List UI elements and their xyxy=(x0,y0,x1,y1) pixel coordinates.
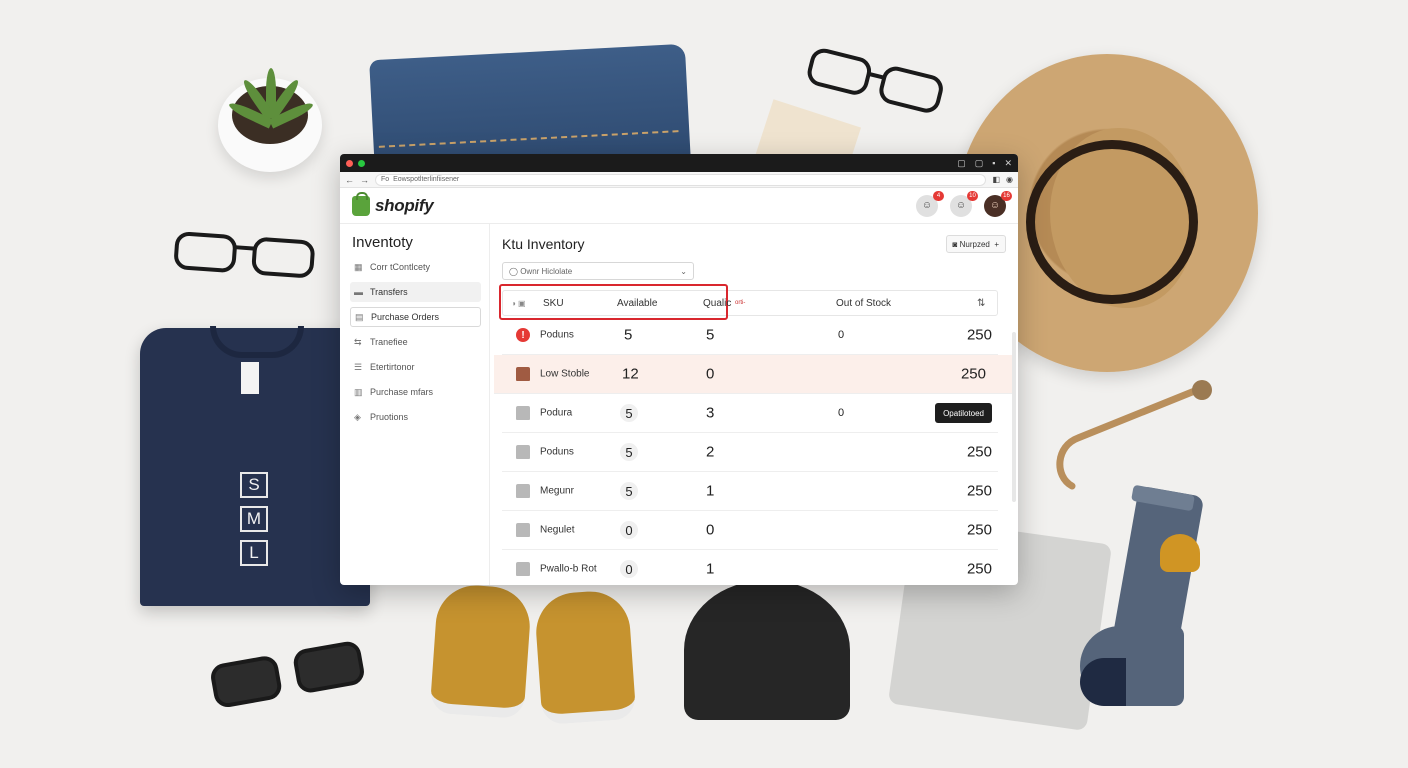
column-settings-icon[interactable]: ⇅ xyxy=(977,298,985,309)
plus-icon: + xyxy=(994,239,999,249)
notification-badge: 4 xyxy=(933,190,944,201)
browser-window: ▢ ▢ ▪ ✕ ← → Fo Eowspotlterlinfiisener ◧ … xyxy=(340,154,1018,585)
sock-decoration xyxy=(1080,484,1230,718)
filter-dropdown[interactable]: ◯ Ownr Hiclolate ⌄ xyxy=(502,262,694,280)
table-row[interactable]: ! Poduns 5 5 0 250 xyxy=(502,316,998,355)
url-text: Eowspotlterlinfiisener xyxy=(393,176,460,183)
table-row[interactable]: Podura 5 3 0 Opatilotoed xyxy=(502,394,998,433)
tshirt-tag-decoration xyxy=(241,362,259,394)
address-bar: ← → Fo Eowspotlterlinfiisener ◧ ◉ xyxy=(340,172,1018,188)
beanie-decoration xyxy=(684,580,850,720)
header-action-button[interactable]: ◙ Nurpzed + xyxy=(945,235,1006,253)
back-arrow-icon[interactable]: ← xyxy=(345,175,354,185)
window-titlebar: ▢ ▢ ▪ ✕ xyxy=(340,154,1018,172)
table-row[interactable]: Poduns 5 2 250 xyxy=(502,433,998,472)
alert-icon: ! xyxy=(516,328,530,342)
table-header: ◑ ▣ SKU Available Qualic orti- Out of St… xyxy=(499,284,998,320)
brass-hook-decoration xyxy=(1056,380,1212,490)
column-quality[interactable]: Qualic xyxy=(703,298,731,309)
user-avatar-1[interactable]: ☺ 4 xyxy=(916,190,944,217)
table-row[interactable]: Megunr 5 1 250 xyxy=(502,472,998,511)
box-icon xyxy=(516,562,530,576)
column-available[interactable]: Available xyxy=(617,298,657,309)
close-icon[interactable]: ✕ xyxy=(1004,158,1012,169)
url-prefix: Fo xyxy=(381,176,390,183)
brand-logo-text: shopify xyxy=(375,195,434,215)
select-all-checkbox-icon[interactable]: ◑ ▣ xyxy=(511,299,526,308)
box-icon xyxy=(516,523,530,537)
eyeglasses-left-decoration xyxy=(168,225,324,295)
tag-icon: ◈ xyxy=(354,411,361,422)
sidebar-item-5[interactable]: ▥ Purchase mfars xyxy=(350,382,481,402)
user-avatar-2[interactable]: ☺ 10 xyxy=(950,190,978,217)
size-m-label: M xyxy=(240,506,268,532)
store-topbar: shopify ☺ 4 ☺ 10 ☺ 16 xyxy=(340,188,1018,224)
column-out-of-stock[interactable]: Out of Stock xyxy=(836,298,891,309)
sunglasses-decoration xyxy=(203,628,377,725)
sidebar-item-purchase-orders[interactable]: ▤ Purchase Orders xyxy=(350,307,481,327)
grid-icon: ▦ xyxy=(354,261,363,272)
table-row[interactable]: Pwallo-b Rot 0 1 250 xyxy=(502,550,998,585)
inventory-sidebar: Inventoty ▦ Corr tContlcety ▬ Transfers … xyxy=(340,224,490,585)
straw-hat-band-decoration xyxy=(1026,140,1198,304)
box-icon xyxy=(516,484,530,498)
inventory-table: ◑ ▣ SKU Available Qualic orti- Out of St… xyxy=(494,284,1014,585)
sidebar-title: Inventoty xyxy=(352,234,413,251)
sidebar-item-0[interactable]: ▦ Corr tContlcety xyxy=(350,257,481,277)
column-quality-extra: orti- xyxy=(735,300,746,306)
sidebar-item-transfers[interactable]: ▬ Transfers xyxy=(350,282,481,302)
table-row[interactable]: Low Stoble 12 0 250 xyxy=(494,355,1014,394)
chevron-down-icon: ⌄ xyxy=(680,266,687,276)
swap-icon: ⇆ xyxy=(354,336,362,347)
url-field[interactable]: Fo Eowspotlterlinfiisener xyxy=(375,173,987,186)
forward-arrow-icon[interactable]: → xyxy=(360,175,369,185)
table-row[interactable]: Negulet 0 0 250 xyxy=(502,511,998,550)
window-menu-icon[interactable]: ▪ xyxy=(992,158,995,168)
profile-icon[interactable]: ◉ xyxy=(1006,175,1013,184)
camera-icon: ◙ xyxy=(952,239,958,249)
plant-soil-decoration xyxy=(227,68,315,144)
box-icon xyxy=(516,367,530,381)
inventory-main: Ktu Inventory ◙ Nurpzed + ◯ Ownr Hiclola… xyxy=(490,224,1018,585)
notification-badge: 16 xyxy=(1001,190,1012,201)
minimize-icon[interactable]: ▢ xyxy=(957,158,966,169)
tray-icon: ▬ xyxy=(354,287,363,297)
row-action-button[interactable]: Opatilotoed xyxy=(935,403,992,423)
sidebar-item-6[interactable]: ◈ Pruotions xyxy=(350,407,481,427)
page-title: Ktu Inventory xyxy=(502,236,585,252)
clipboard-icon: ▤ xyxy=(355,311,364,322)
column-sku[interactable]: SKU xyxy=(543,298,564,309)
size-s-label: S xyxy=(240,472,268,498)
sidebar-item-3[interactable]: ⇆ Tranefiee xyxy=(350,332,481,352)
close-window-dot[interactable] xyxy=(346,159,353,167)
size-l-label: L xyxy=(240,540,268,566)
notification-badge: 10 xyxy=(967,190,978,201)
search-icon: ◯ xyxy=(509,266,518,276)
table-scrollbar[interactable] xyxy=(1012,332,1016,502)
restore-icon[interactable]: ▢ xyxy=(975,158,984,169)
highlight-annotation-box xyxy=(499,284,728,320)
extensions-icon[interactable]: ◧ xyxy=(992,175,1000,184)
maximize-window-dot[interactable] xyxy=(358,159,365,167)
document-icon: ▥ xyxy=(354,386,363,397)
sidebar-item-4[interactable]: ☰ Etertirtonor xyxy=(350,357,481,377)
box-icon xyxy=(516,406,530,420)
box-icon xyxy=(516,445,530,459)
list-icon: ☰ xyxy=(354,361,363,372)
shopify-bag-icon xyxy=(352,191,370,216)
user-avatar-3[interactable]: ☺ 16 xyxy=(984,190,1012,217)
